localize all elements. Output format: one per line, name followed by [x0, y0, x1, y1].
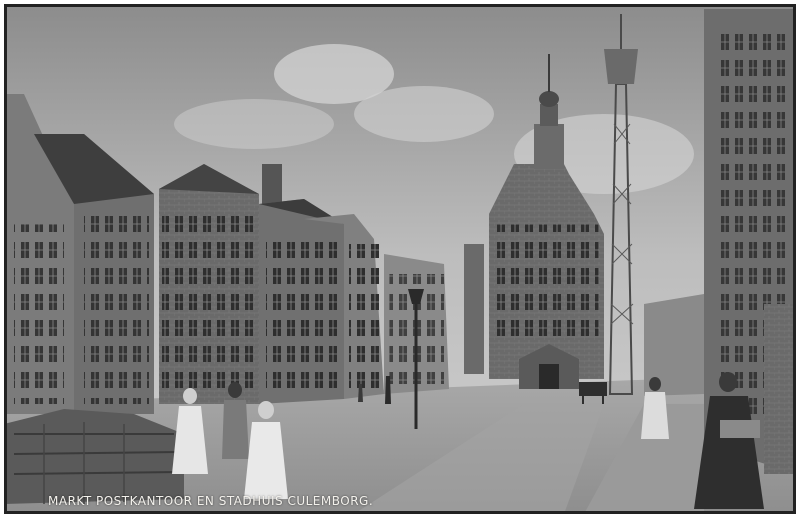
- postcard-caption: MARKT POSTKANTOOR EN STADHUIS CULEMBORG.: [48, 494, 374, 508]
- postcard: MARKT POSTKANTOOR EN STADHUIS CULEMBORG.: [4, 4, 796, 514]
- street-photo: [4, 4, 796, 514]
